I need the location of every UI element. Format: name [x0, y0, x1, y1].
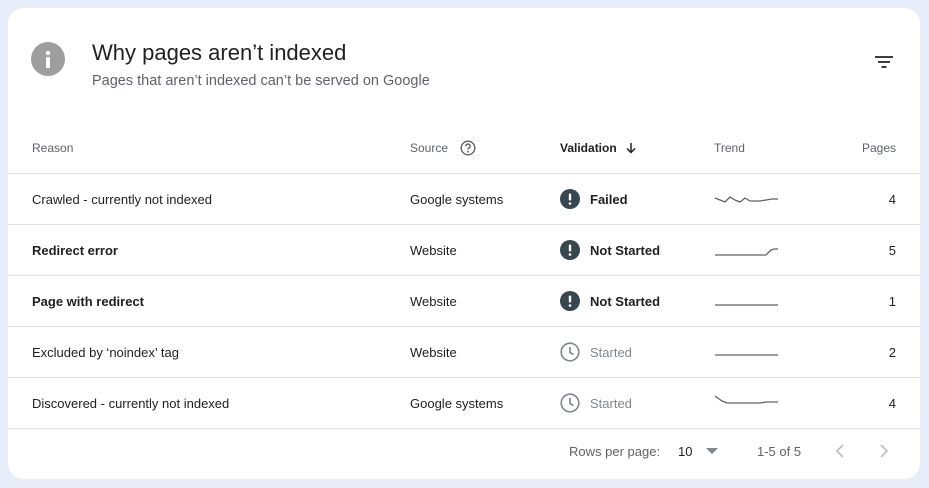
validation-status: Failed — [590, 191, 628, 207]
chevron-left-icon[interactable] — [834, 433, 846, 469]
caret-down-icon — [706, 447, 719, 455]
table-row[interactable]: Excluded by ‘noindex’ tag Website Starte… — [8, 327, 920, 378]
source-cell: Website — [410, 293, 457, 309]
validation-cell: Failed — [560, 174, 628, 224]
pagination-footer: Rows per page: 10 1-5 of 5 — [8, 433, 920, 473]
validation-status: Started — [590, 344, 632, 360]
rows-per-page-label: Rows per page: — [569, 443, 661, 459]
validation-status: Started — [590, 395, 632, 411]
table-row[interactable]: Discovered - currently not indexed Googl… — [8, 378, 920, 429]
pages-cell: 4 — [888, 191, 896, 207]
clock-icon — [560, 393, 580, 413]
exclamation-icon — [560, 189, 580, 209]
validation-cell: Not Started — [560, 225, 660, 275]
validation-cell: Started — [560, 327, 632, 377]
validation-cell: Started — [560, 378, 632, 428]
arrow-down-icon — [625, 142, 637, 154]
column-header-validation-label: Validation — [560, 141, 617, 155]
source-cell: Website — [410, 344, 457, 360]
trend-sparkline — [714, 327, 780, 377]
pages-cell: 5 — [888, 242, 896, 258]
indexing-card: Why pages aren’t indexed Pages that aren… — [8, 8, 920, 479]
validation-status: Not Started — [590, 293, 661, 309]
trend-sparkline — [714, 276, 780, 326]
column-header-reason: Reason — [32, 141, 74, 155]
trend-sparkline — [714, 174, 780, 224]
source-cell: Website — [410, 242, 457, 258]
reason-cell: Crawled - currently not indexed — [32, 191, 212, 207]
table-header-row: Reason Source Validation Trend Pages — [8, 123, 920, 174]
pages-cell: 4 — [888, 395, 896, 411]
chevron-right-icon[interactable] — [878, 433, 890, 469]
table-row[interactable]: Crawled - currently not indexed Google s… — [8, 174, 920, 225]
validation-status: Not Started — [590, 242, 661, 258]
trend-sparkline — [714, 225, 780, 275]
rows-per-page-select[interactable]: 10 — [678, 433, 719, 469]
rows-per-page-value: 10 — [678, 443, 693, 459]
reason-cell: Page with redirect — [32, 293, 144, 309]
card-header: Why pages aren’t indexed Pages that aren… — [8, 8, 920, 118]
clock-icon — [560, 342, 580, 362]
column-header-source-label: Source — [410, 141, 449, 155]
validation-cell: Not Started — [560, 276, 660, 326]
reasons-table: Reason Source Validation Trend Pages Cra… — [8, 123, 920, 429]
pages-cell: 2 — [888, 344, 896, 360]
info-icon — [31, 42, 65, 76]
column-header-source: Source — [410, 123, 476, 173]
column-header-trend: Trend — [714, 141, 745, 155]
trend-sparkline — [714, 378, 780, 428]
source-cell: Google systems — [410, 191, 504, 207]
pagination-range: 1-5 of 5 — [757, 443, 802, 459]
filter-icon[interactable] — [870, 50, 898, 74]
table-row[interactable]: Page with redirect Website Not Started 1 — [8, 276, 920, 327]
column-header-validation[interactable]: Validation — [560, 123, 637, 173]
reason-cell: Excluded by ‘noindex’ tag — [32, 344, 179, 360]
table-row[interactable]: Redirect error Website Not Started 5 — [8, 225, 920, 276]
exclamation-icon — [560, 240, 580, 260]
column-header-pages: Pages — [861, 141, 896, 155]
page-subtitle: Pages that aren’t indexed can’t be serve… — [92, 73, 430, 89]
reason-cell: Redirect error — [32, 242, 118, 258]
pages-cell: 1 — [888, 293, 896, 309]
source-cell: Google systems — [410, 395, 504, 411]
reason-cell: Discovered - currently not indexed — [32, 395, 230, 411]
help-icon[interactable] — [460, 140, 476, 156]
page-title: Why pages aren’t indexed — [92, 40, 347, 65]
exclamation-icon — [560, 291, 580, 311]
